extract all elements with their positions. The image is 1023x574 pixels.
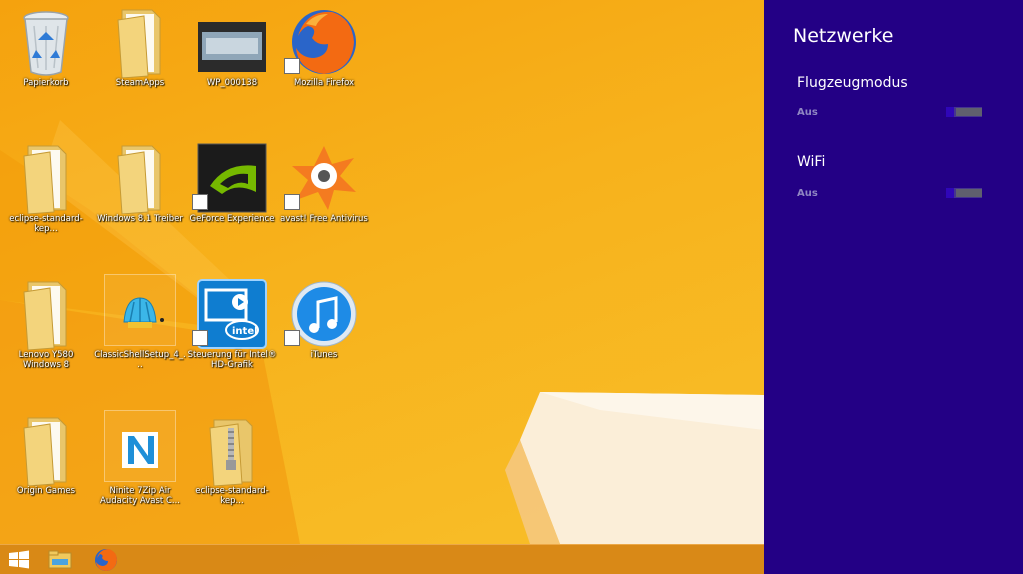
airplane-mode-toggle[interactable] [946,107,982,117]
desktop-icon-label: Papierkorb [23,78,69,88]
shortcut-arrow-icon [284,194,300,210]
desktop-icon-geforce-experience[interactable]: GeForce Experience [186,138,278,256]
network-state-airplane-mode: Aus [797,107,818,118]
desktop-icon-label: Lenovo Y580 Windows 8 [18,350,74,370]
toggle-track [956,108,982,116]
screen: Papierkorb SteamApps WP_000138 Mozilla F… [0,0,1023,574]
desktop-icon-label: Windows 8.1 Treiber [97,214,183,224]
desktop-icon-recycle-bin[interactable]: Papierkorb [0,2,92,120]
toggle-thumb [946,107,954,117]
desktop-icon-lenovo-y580[interactable]: Lenovo Y580 Windows 8 [0,274,92,392]
folder-icon [23,145,67,214]
desktop-icon-firefox[interactable]: Mozilla Firefox [278,2,370,120]
desktop-icon-ninite[interactable]: Ninite 7Zip Air Audacity Avast C... [94,410,186,528]
folder-icon [117,9,161,78]
taskbar [0,544,764,574]
svg-text:intel: intel [232,326,258,337]
desktop-icon-origin-games[interactable]: Origin Games [0,410,92,528]
desktop-icon-wp-000138[interactable]: WP_000138 [186,2,278,120]
wifi-toggle[interactable] [946,188,982,198]
zip-folder-icon [209,419,253,486]
desktop-icon-label: Ninite 7Zip Air Audacity Avast C... [100,486,180,506]
desktop-icon-label: SteamApps [115,78,165,88]
shortcut-arrow-icon [284,58,300,74]
desktop-icon-steamapps[interactable]: SteamApps [94,2,186,120]
panel-title: Netzwerke [793,25,894,47]
desktop-icon-eclipse-zip[interactable]: eclipse-standard-kep... [186,410,278,528]
taskbar-firefox[interactable] [86,545,126,574]
desktop-icon-itunes[interactable]: iTunes [278,274,370,392]
desktop-icon-avast[interactable]: avast! Free Antivirus [278,138,370,256]
file-explorer-icon [48,550,72,569]
desktop-icon-label: WP_000138 [206,78,258,88]
network-state-wifi: Aus [797,188,818,199]
taskbar-file-explorer[interactable] [40,545,80,574]
desktop-icon-label: ClassicShellSetup_4_... [94,350,186,370]
shortcut-arrow-icon [192,330,208,346]
desktop-icon-label: Steuerung für Intel® HD-Grafik [187,350,277,370]
firefox-icon [95,549,117,571]
network-name-wifi: WiFi [797,154,826,170]
desktop-icon-windows-81-treiber[interactable]: Windows 8.1 Treiber [94,138,186,256]
classic-shell-icon [123,297,164,328]
shortcut-arrow-icon [192,194,208,210]
network-name-airplane-mode: Flugzeugmodus [797,75,908,91]
desktop-icon-label: eclipse-standard-kep... [9,214,83,234]
desktop-icon-eclipse-folder[interactable]: eclipse-standard-kep... [0,138,92,256]
desktop-icon-label: avast! Free Antivirus [280,214,368,224]
desktop-icon-classicshellsetup[interactable]: ClassicShellSetup_4_... [94,274,186,392]
folder-icon [23,417,67,486]
toggle-track [956,189,982,197]
desktop[interactable]: Papierkorb SteamApps WP_000138 Mozilla F… [0,0,764,574]
toggle-thumb [946,188,954,198]
desktop-icon-label: eclipse-standard-kep... [195,486,269,506]
recycle-bin-icon [23,11,69,76]
folder-icon [23,281,67,350]
desktop-icon-label: Origin Games [16,486,76,496]
photo-thumbnail-icon [198,22,266,72]
desktop-icon-label: Mozilla Firefox [293,78,355,88]
ninite-icon [122,432,158,468]
desktop-icon-label: iTunes [310,350,338,360]
windows-start-icon [9,550,29,569]
folder-icon [117,145,161,214]
desktop-icon-intel-hd-grafik[interactable]: intel Steuerung für Intel® HD-Grafik [186,274,278,392]
shortcut-arrow-icon [284,330,300,346]
networks-charm-panel: Netzwerke Flugzeugmodus Aus WiFi Aus [764,0,1023,574]
start-button[interactable] [0,545,40,574]
desktop-icon-label: GeForce Experience [189,214,275,224]
